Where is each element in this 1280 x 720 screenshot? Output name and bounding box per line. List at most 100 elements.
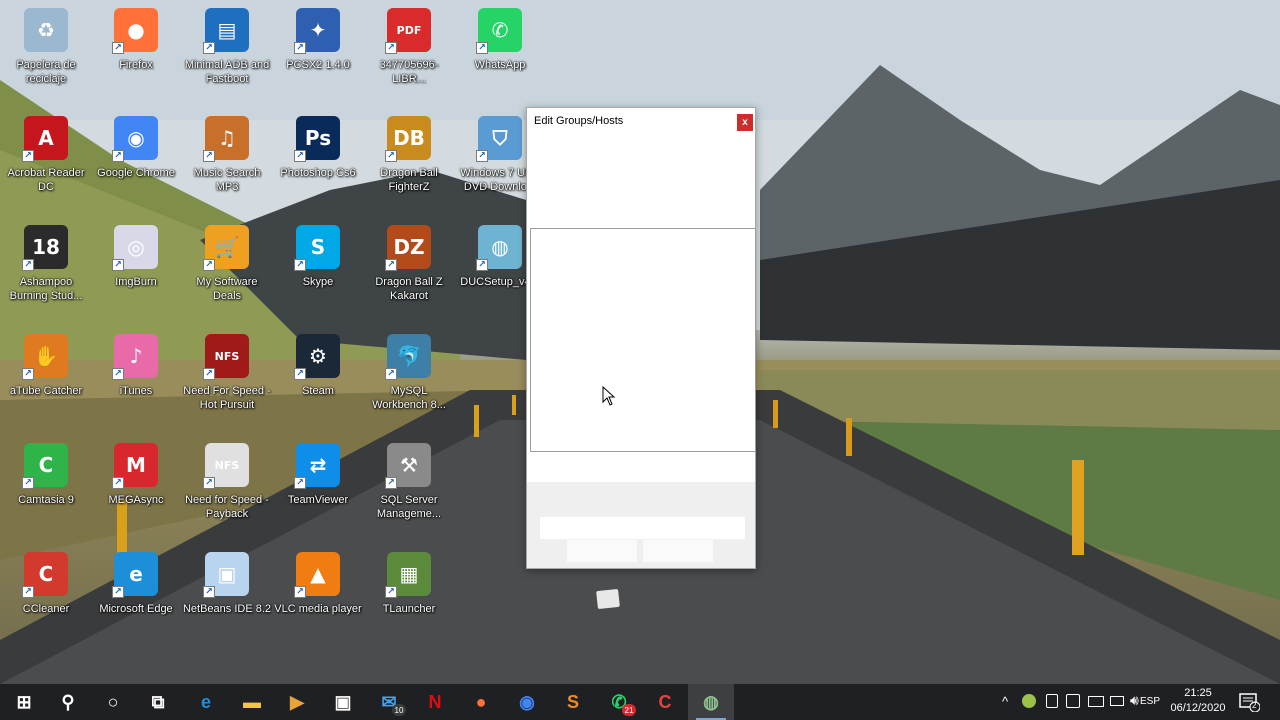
taskbar-mail[interactable]: ✉ 10 [366,684,412,720]
teamviewer-icon: ⇄ ↗ [294,443,340,489]
desktop-shortcut[interactable]: C ↗ CCleaner [1,544,91,648]
desktop-shortcut[interactable]: ◉ ↗ Google Chrome [91,108,181,212]
tray-device-icon[interactable] [1046,694,1058,708]
desktop-shortcut[interactable]: C ↗ Camtasia 9 [1,435,91,539]
desktop-shortcut[interactable]: ◎ ↗ ImgBurn [91,217,181,321]
close-button[interactable]: x [737,114,753,131]
tray-chevron-icon[interactable]: ^ [1002,694,1008,709]
desktop-shortcut[interactable]: ♪ ↗ iTunes [91,326,181,430]
desktop-shortcut[interactable]: ⚙ ↗ Steam [273,326,363,430]
desktop-shortcut[interactable]: NFS ↗ Need For Speed - Hot Pursuit [182,326,272,430]
language-indicator[interactable]: ESP [1140,696,1160,707]
desktop-shortcut-label: Need for Speed - Payback [185,494,269,520]
desktop-shortcut[interactable]: 🛒 ↗ My Software Deals [182,217,272,321]
cortana-button[interactable]: ○ [90,684,136,720]
desktop-shortcut[interactable]: 🐬 ↗ MySQL Workbench 8... [364,326,454,430]
shortcut-arrow-icon: ↗ [476,42,488,54]
taskbar-netflix[interactable]: N [412,684,458,720]
dialog-footer [527,482,755,568]
icon-glyph: ✦ [309,18,327,42]
desktop-shortcut[interactable]: PDF ↗ 347705696-LIBR... [364,0,454,104]
desktop-shortcut[interactable]: Ps ↗ Photoshop Cs6 [273,108,363,212]
search-button[interactable]: ⚲ [45,684,91,720]
desktop-shortcut-label: PCSX2 1.4.0 [286,59,350,71]
desktop-shortcut[interactable]: ✦ ↗ PCSX2 1.4.0 [273,0,363,104]
desktop-shortcut[interactable]: ▦ ↗ TLauncher [364,544,454,648]
icon-glyph: PDF [396,23,422,37]
desktop-shortcut-label: WhatsApp [474,59,526,71]
desktop-shortcut[interactable]: NFS ↗ Need for Speed - Payback [182,435,272,539]
icon-glyph: S [310,235,326,259]
desktop-shortcut[interactable]: DZ ↗ Dragon Ball Z Kakarot [364,217,454,321]
imgburn-icon: ◎ ↗ [112,225,158,271]
taskbar-whatsapp[interactable]: ✆ 21 [596,684,642,720]
shortcut-arrow-icon: ↗ [203,42,215,54]
taskbar-active-app[interactable]: ◍ [688,684,734,720]
desktop-shortcut[interactable]: e ↗ Microsoft Edge [91,544,181,648]
icon-glyph: ♻ [37,18,55,42]
camtasia-icon: C ↗ [22,443,68,489]
desktop-shortcut[interactable]: S ↗ Skype [273,217,363,321]
taskbar-firefox-icon: ● [475,691,487,712]
desktop-shortcut[interactable]: ⇄ ↗ TeamViewer [273,435,363,539]
taskbar-media[interactable]: ▶ [274,684,320,720]
shortcut-arrow-icon: ↗ [385,42,397,54]
desktop-shortcut-label: Acrobat Reader DC [7,167,85,193]
shortcut-arrow-icon: ↗ [203,477,215,489]
taskbar-edge[interactable]: e [183,684,229,720]
icon-glyph: Ps [304,126,332,150]
mouse-cursor-icon [602,386,616,406]
acrobat-icon: A ↗ [22,116,68,162]
desktop-shortcut[interactable]: DB ↗ Dragon Ball FighterZ [364,108,454,212]
taskbar-chrome[interactable]: ◉ [504,684,550,720]
taskbar-sublime[interactable]: S [550,684,596,720]
desktop-shortcut[interactable]: ▣ ↗ NetBeans IDE 8.2 [182,544,272,648]
taskbar-file-explorer-icon: ▬ [243,691,261,712]
taskbar-file-explorer[interactable]: ▬ [229,684,275,720]
duc-setup-icon: ◍ ↗ [476,225,522,271]
network-icon[interactable] [1088,696,1104,707]
desktop-shortcut[interactable]: ♫ ↗ Music Search MP3 [182,108,272,212]
shortcut-arrow-icon: ↗ [22,586,34,598]
desktop-shortcut[interactable]: ▲ ↗ VLC media player [273,544,363,648]
cart-icon: 🛒 ↗ [203,225,249,271]
desktop-shortcut-label: ImgBurn [115,276,157,288]
dialog-button-left[interactable] [567,540,637,562]
icon-glyph: M [126,453,146,477]
host-input[interactable] [540,517,745,539]
desktop-shortcut[interactable]: ✆ ↗ WhatsApp [455,0,545,104]
desktop-shortcut-label: Need For Speed - Hot Pursuit [183,385,271,411]
icon-glyph: ◎ [127,235,145,259]
clock[interactable]: 21:25 06/12/2020 [1163,686,1233,716]
dialog-title: Edit Groups/Hosts [534,115,624,127]
music-search-icon: ♫ ↗ [203,116,249,162]
notification-center-icon[interactable]: 2 [1238,692,1261,713]
desktop-shortcut[interactable]: ▤ ↗ Minimal ADB and Fastboot [182,0,272,104]
taskbar-ccleaner[interactable]: C [642,684,688,720]
icon-glyph: ◉ [127,126,145,150]
desktop-shortcut[interactable]: ⚒ ↗ SQL Server Manageme... [364,435,454,539]
shortcut-arrow-icon: ↗ [385,259,397,271]
desktop-shortcut[interactable]: 18 ↗ Ashampoo Burning Stud... [1,217,91,321]
icon-glyph: 18 [32,235,60,259]
desktop-shortcut-label: Papelera de reciclaje [16,59,76,85]
shortcut-arrow-icon: ↗ [476,150,488,162]
dialog-button-right[interactable] [643,540,713,562]
battery-icon[interactable] [1110,696,1124,706]
desktop-shortcut[interactable]: A ↗ Acrobat Reader DC [1,108,91,212]
tray-app-icon[interactable] [1022,694,1036,708]
start-button[interactable]: ⊞ [1,684,47,720]
desktop-shortcut[interactable]: ♻ Papelera de reciclaje [1,0,91,104]
desktop-shortcut[interactable]: M ↗ MEGAsync [91,435,181,539]
edit-groups-hosts-dialog: Edit Groups/Hosts x [526,107,756,569]
tray-usb-icon[interactable] [1066,694,1080,708]
shortcut-arrow-icon: ↗ [385,150,397,162]
groups-hosts-list[interactable] [530,228,756,452]
desktop-shortcut[interactable]: ● ↗ Firefox [91,0,181,104]
taskbar-store[interactable]: ▣ [320,684,366,720]
task-view-button[interactable]: ⧉ [135,684,181,720]
desktop-shortcut[interactable]: ✋ ↗ aTube Catcher [1,326,91,430]
volume-icon[interactable]: 🔊︎ [1130,692,1139,709]
shortcut-arrow-icon: ↗ [203,150,215,162]
taskbar-firefox[interactable]: ● [458,684,504,720]
